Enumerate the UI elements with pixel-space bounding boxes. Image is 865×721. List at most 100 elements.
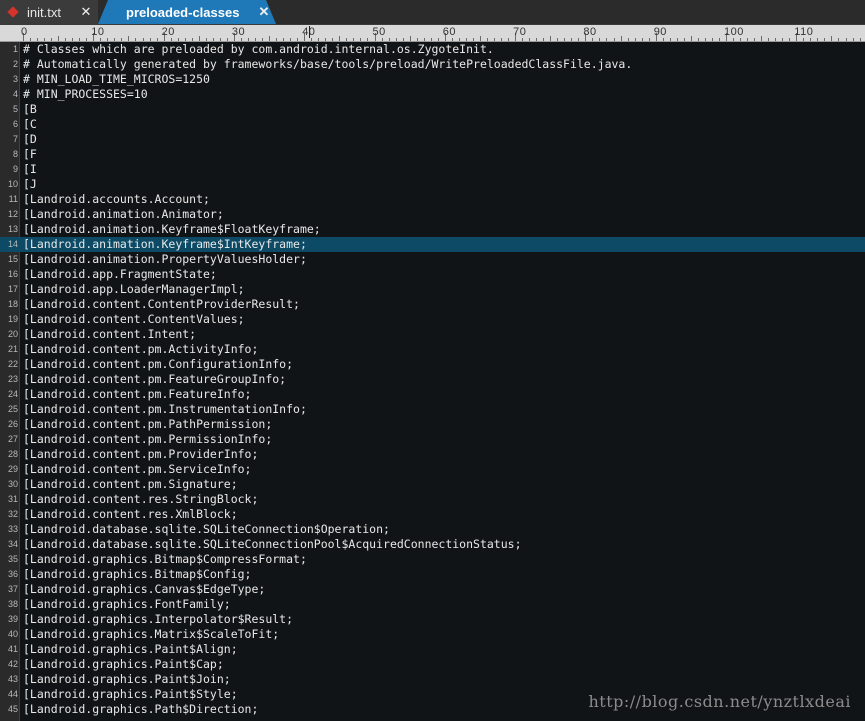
ruler-tick [247,38,249,41]
ruler-tick [733,38,735,41]
line-number: 2 [12,59,18,69]
line-text: [Landroid.database.sqlite.SQLiteConnecti… [23,537,522,551]
code-line[interactable]: 21 [Landroid.content.pm.ActivityInfo; [0,342,865,357]
ruler-tick [44,38,46,41]
code-line[interactable]: 33 [Landroid.database.sqlite.SQLiteConnec… [0,522,865,537]
ruler-label: 10 [91,26,105,38]
code-line[interactable]: 30 [Landroid.content.pm.Signature; [0,477,865,492]
ruler-tick [86,38,88,41]
ruler-tick [121,38,123,41]
ruler-tick [423,38,425,41]
line-text: [Landroid.content.pm.InstrumentationInfo… [23,402,307,416]
ruler-tick [416,38,418,41]
code-line[interactable]: 4 # MIN_PROCESSES=10 [0,87,865,102]
line-number: 27 [7,434,18,444]
line-text: [Landroid.content.pm.PathPermission; [23,417,273,431]
code-line[interactable]: 6 [C [0,117,865,132]
line-text: # MIN_PROCESSES=10 [23,87,148,101]
tab-init-txt[interactable]: init.txt ✕ [0,0,98,24]
tab-label: preloaded-classes [126,4,240,20]
tab-preloaded-classes[interactable]: preloaded-classes ✕ [98,0,276,24]
code-line[interactable]: 13 [Landroid.animation.Keyframe$FloatKeyf… [0,222,865,237]
line-text: [Landroid.content.pm.Signature; [23,477,238,491]
ruler-tick [325,38,327,41]
code-line[interactable]: 1 # Classes which are preloaded by com.an… [0,42,865,57]
code-line[interactable]: 26 [Landroid.content.pm.PathPermission; [0,417,865,432]
line-text: [Landroid.content.pm.FeatureInfo; [23,387,252,401]
code-line[interactable]: 11 [Landroid.accounts.Account; [0,192,865,207]
line-number: 34 [7,539,18,549]
line-text: [Landroid.graphics.Paint$Join; [23,672,231,686]
code-line[interactable]: 16 [Landroid.app.FragmentState; [0,267,865,282]
code-line[interactable]: 31 [Landroid.content.res.StringBlock; [0,492,865,507]
ruler-tick [508,38,510,41]
close-icon[interactable]: ✕ [256,4,272,20]
code-line[interactable]: 41 [Landroid.graphics.Paint$Align; [0,642,865,657]
text-editor[interactable]: 1 # Classes which are preloaded by com.an… [0,42,865,721]
ruler-tick [297,38,299,41]
code-line[interactable]: 25 [Landroid.content.pm.InstrumentationIn… [0,402,865,417]
code-line[interactable]: 34 [Landroid.database.sqlite.SQLiteConnec… [0,537,865,552]
ruler-tick [395,38,397,41]
code-line[interactable]: 22 [Landroid.content.pm.ConfigurationInfo… [0,357,865,372]
close-icon[interactable]: ✕ [78,4,94,20]
code-line[interactable]: 9 [I [0,162,865,177]
ruler-tick [37,38,39,41]
code-line[interactable]: 43 [Landroid.graphics.Paint$Join; [0,672,865,687]
code-line[interactable]: 23 [Landroid.content.pm.FeatureGroupInfo; [0,372,865,387]
ruler-tick [550,36,552,41]
code-line[interactable]: 10 [J [0,177,865,192]
code-line[interactable]: 7 [D [0,132,865,147]
ruler-tick [240,38,242,41]
code-line[interactable]: 37 [Landroid.graphics.Canvas$EdgeType; [0,582,865,597]
line-number: 7 [12,134,18,144]
code-line[interactable]: 36 [Landroid.graphics.Bitmap$Config; [0,567,865,582]
line-text: [Landroid.graphics.Paint$Style; [23,687,238,701]
code-line[interactable]: 18 [Landroid.content.ContentProviderResul… [0,297,865,312]
ruler-tick [543,38,545,41]
ruler-tick [114,38,116,41]
code-line[interactable]: 40 [Landroid.graphics.Matrix$ScaleToFit; [0,627,865,642]
code-line[interactable]: 42 [Landroid.graphics.Paint$Cap; [0,657,865,672]
code-line[interactable]: 12 [Landroid.animation.Animator; [0,207,865,222]
line-text: [J [23,177,37,191]
code-line[interactable]: 8 [F [0,147,865,162]
ruler-label: 30 [231,26,246,38]
code-line[interactable]: 24 [Landroid.content.pm.FeatureInfo; [0,387,865,402]
line-number: 39 [7,614,18,624]
ruler-tick [219,38,221,41]
line-text: [B [23,102,37,116]
code-line[interactable]: 19 [Landroid.content.ContentValues; [0,312,865,327]
code-line[interactable]: 32 [Landroid.content.res.XmlBlock; [0,507,865,522]
line-text: [Landroid.graphics.Path$Direction; [23,702,259,716]
line-text: [Landroid.content.ContentValues; [23,312,245,326]
line-number: 43 [7,674,18,684]
code-line[interactable]: 5 [B [0,102,865,117]
code-line[interactable]: 39 [Landroid.graphics.Interpolator$Result… [0,612,865,627]
line-text: [Landroid.accounts.Account; [23,192,210,206]
code-line[interactable]: 35 [Landroid.graphics.Bitmap$CompressForm… [0,552,865,567]
ruler-tick [824,38,826,41]
code-line[interactable]: 17 [Landroid.app.LoaderManagerImpl; [0,282,865,297]
code-line[interactable]: 20 [Landroid.content.Intent; [0,327,865,342]
code-line[interactable]: 38 [Landroid.graphics.FontFamily; [0,597,865,612]
code-line[interactable]: 28 [Landroid.content.pm.ProviderInfo; [0,447,865,462]
ruler-tick [634,38,636,41]
line-number: 21 [7,344,18,354]
code-line[interactable]: 14 [Landroid.animation.Keyframe$IntKeyfra… [0,237,865,252]
line-text: [C [23,117,37,131]
line-number: 22 [7,359,18,369]
ruler-tick [571,38,573,41]
line-number: 25 [7,404,18,414]
ruler-tick [782,38,784,41]
code-line[interactable]: 3 # MIN_LOAD_TIME_MICROS=1250 [0,72,865,87]
ruler-tick [754,38,756,41]
code-line[interactable]: 27 [Landroid.content.pm.PermissionInfo; [0,432,865,447]
code-line[interactable]: 29 [Landroid.content.pm.ServiceInfo; [0,462,865,477]
line-number: 41 [7,644,18,654]
ruler-tick [676,38,678,41]
ruler-tick [641,38,643,41]
code-line[interactable]: 15 [Landroid.animation.PropertyValuesHold… [0,252,865,267]
code-line[interactable]: 2 # Automatically generated by frameworks… [0,57,865,72]
ruler-tick [690,36,692,41]
